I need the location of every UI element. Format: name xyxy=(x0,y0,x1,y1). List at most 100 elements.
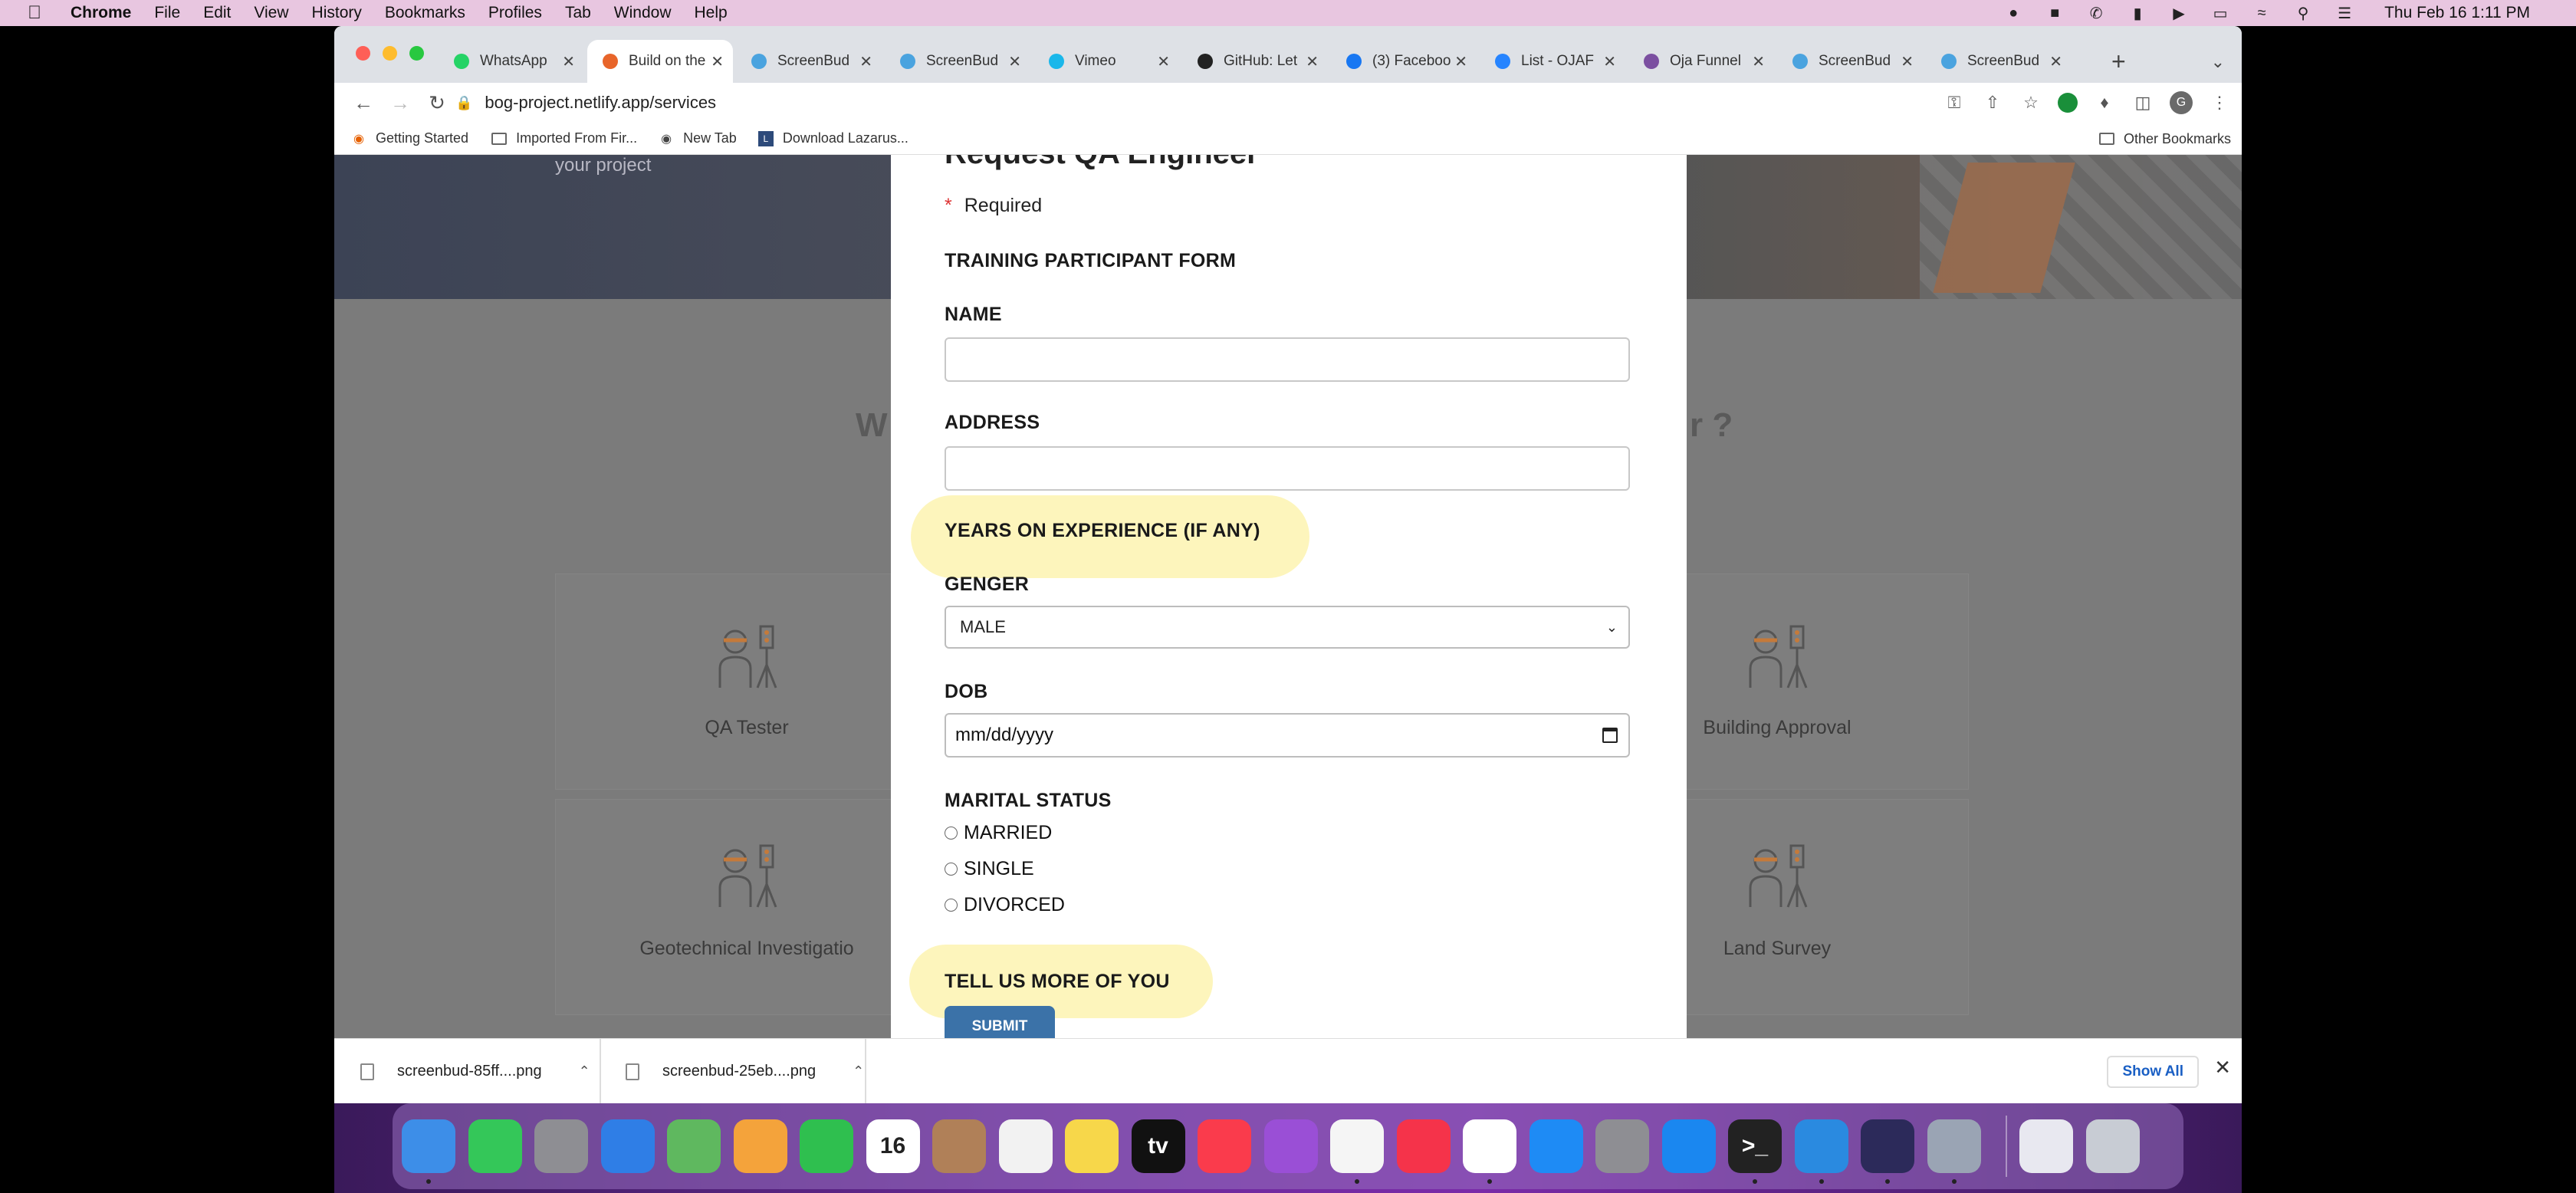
service-card-geotechnical[interactable]: Geotechnical Investigatio xyxy=(555,799,938,1015)
name-input[interactable] xyxy=(945,337,1630,382)
battery-icon[interactable]: ▭ xyxy=(2210,4,2231,23)
browser-tab[interactable]: GitHub: Let ✕ xyxy=(1182,40,1328,83)
menu-edit[interactable]: Edit xyxy=(203,4,231,22)
browser-tab[interactable]: ScreenBud ✕ xyxy=(1926,40,2072,83)
side-panel-icon[interactable]: ◫ xyxy=(2131,93,2154,113)
calendar-icon[interactable]: 16 xyxy=(866,1119,920,1173)
close-tab-icon[interactable]: ✕ xyxy=(1008,52,1021,71)
news-icon[interactable] xyxy=(1396,1119,1451,1173)
close-tab-icon[interactable]: ✕ xyxy=(1901,52,1914,71)
screenshot-thumbnail-icon[interactable] xyxy=(2019,1119,2073,1173)
close-tab-icon[interactable]: ✕ xyxy=(1454,52,1467,71)
menu-profiles[interactable]: Profiles xyxy=(488,4,542,22)
close-tab-icon[interactable]: ✕ xyxy=(711,52,724,71)
messages-icon[interactable] xyxy=(468,1119,522,1173)
extension-icon[interactable] xyxy=(2058,93,2078,113)
traffic-light-icon[interactable]: ▮ xyxy=(2127,4,2148,23)
bookmark-new-tab[interactable]: ◉ New Tab xyxy=(659,130,737,146)
apple-menu-icon[interactable]:  xyxy=(28,2,52,24)
chevron-up-icon[interactable]: ⌃ xyxy=(853,1063,864,1080)
radio-single[interactable]: SINGLE xyxy=(945,858,1034,880)
preview-icon[interactable] xyxy=(1927,1119,1981,1184)
browser-tab[interactable]: List - OJAF ✕ xyxy=(1480,40,1625,83)
close-tab-icon[interactable]: ✕ xyxy=(1603,52,1616,71)
more-menu-icon[interactable]: ⋮ xyxy=(2208,93,2231,113)
status-app-icon[interactable]: ● xyxy=(2003,5,2024,22)
trash-icon[interactable] xyxy=(2085,1119,2140,1173)
share-icon[interactable]: ⇧ xyxy=(1981,93,2004,113)
wifi-icon[interactable]: ≈ xyxy=(2251,5,2272,22)
chrome-icon[interactable] xyxy=(1463,1119,1516,1184)
notes-icon[interactable] xyxy=(1065,1119,1119,1173)
phone-icon[interactable]: ✆ xyxy=(2085,4,2107,23)
address-bar[interactable]: 🔒 bog-project.netlify.app/services xyxy=(455,86,2027,120)
new-tab-button[interactable]: + xyxy=(2111,40,2126,83)
close-tab-icon[interactable]: ✕ xyxy=(2049,52,2062,71)
play-icon[interactable]: ▶ xyxy=(2168,4,2190,23)
other-bookmarks[interactable]: Other Bookmarks xyxy=(2098,123,2231,155)
close-icon[interactable]: ✕ xyxy=(2214,1056,2231,1080)
menu-history[interactable]: History xyxy=(312,4,362,22)
close-tab-icon[interactable]: ✕ xyxy=(859,52,872,71)
lock-icon[interactable]: 🔒 xyxy=(455,95,472,111)
search-icon[interactable]: ⚲ xyxy=(2292,4,2314,23)
browser-tab[interactable]: (3) Faceboo ✕ xyxy=(1331,40,1477,83)
photos-icon[interactable] xyxy=(733,1119,787,1173)
reminders-icon[interactable] xyxy=(998,1119,1053,1173)
close-tab-icon[interactable]: ✕ xyxy=(562,52,575,71)
close-window-button[interactable] xyxy=(356,46,370,61)
browser-tab[interactable]: ScreenBud ✕ xyxy=(1777,40,1923,83)
url-text[interactable]: bog-project.netlify.app/services xyxy=(485,93,716,113)
radio-button[interactable] xyxy=(945,863,958,876)
control-center-icon[interactable]: ☰ xyxy=(2334,4,2355,23)
close-tab-icon[interactable]: ✕ xyxy=(1752,52,1765,71)
back-button[interactable]: ← xyxy=(345,91,382,115)
radio-married[interactable]: MARRIED xyxy=(945,822,1052,844)
show-all-button[interactable]: Show All xyxy=(2107,1056,2199,1088)
chevron-up-icon[interactable]: ⌃ xyxy=(579,1063,590,1080)
close-tab-icon[interactable]: ✕ xyxy=(1157,52,1170,71)
close-tab-icon[interactable]: ✕ xyxy=(1306,52,1319,71)
textedit-icon[interactable] xyxy=(1330,1119,1384,1184)
download-item[interactable]: screenbud-25eb....png ⌃ xyxy=(626,1039,864,1103)
bookmark-getting-started[interactable]: ◉ Getting Started xyxy=(351,130,468,146)
browser-tab[interactable]: ScreenBud ✕ xyxy=(736,40,882,83)
launchpad-icon[interactable] xyxy=(534,1119,588,1173)
finder-icon[interactable] xyxy=(402,1119,455,1184)
address-input[interactable] xyxy=(945,446,1630,491)
apple-tv-icon[interactable]: tv xyxy=(1131,1119,1185,1173)
menu-window[interactable]: Window xyxy=(614,4,672,22)
download-item[interactable]: screenbud-85ff....png ⌃ xyxy=(360,1039,590,1103)
maximize-window-button[interactable] xyxy=(409,46,424,61)
safari-icon[interactable] xyxy=(1661,1119,1716,1173)
bookmark-download-lazarus[interactable]: L Download Lazarus... xyxy=(757,130,909,146)
menu-bar-clock[interactable]: Thu Feb 16 1:11 PM xyxy=(2384,4,2530,22)
menu-view[interactable]: View xyxy=(254,4,288,22)
terminal-icon[interactable]: >_ xyxy=(1728,1119,1782,1184)
radio-button[interactable] xyxy=(945,827,958,840)
dob-date-input[interactable]: mm/dd/yyyy xyxy=(945,713,1630,758)
radio-button[interactable] xyxy=(945,899,958,912)
menu-help[interactable]: Help xyxy=(695,4,728,22)
menu-tab[interactable]: Tab xyxy=(565,4,591,22)
key-icon[interactable]: ⚿ xyxy=(1943,93,1966,113)
forward-button[interactable]: → xyxy=(382,91,419,115)
facetime-icon[interactable] xyxy=(800,1119,853,1173)
radio-divorced[interactable]: DIVORCED xyxy=(945,894,1065,916)
minimize-window-button[interactable] xyxy=(383,46,397,61)
podcasts-icon[interactable] xyxy=(1263,1119,1318,1173)
bookmark-imported-folder[interactable]: Imported From Fir... xyxy=(491,130,637,146)
menu-file[interactable]: File xyxy=(154,4,180,22)
xcode-icon[interactable] xyxy=(1794,1119,1848,1184)
calendar-icon[interactable] xyxy=(1602,728,1618,743)
contacts-icon[interactable] xyxy=(932,1119,986,1173)
browser-tab[interactable]: Vimeo ✕ xyxy=(1033,40,1179,83)
browser-tab[interactable]: Build on the ✕ xyxy=(587,40,733,83)
system-preferences-icon[interactable] xyxy=(1595,1119,1649,1173)
profile-avatar[interactable]: G xyxy=(2170,91,2193,114)
mail-icon[interactable] xyxy=(600,1119,655,1173)
browser-tab[interactable]: ScreenBud ✕ xyxy=(885,40,1030,83)
gender-select[interactable]: MALE ⌄ xyxy=(945,606,1630,649)
browser-tab[interactable]: Oja Funnel ✕ xyxy=(1628,40,1774,83)
reload-button[interactable]: ↻ xyxy=(419,91,455,115)
